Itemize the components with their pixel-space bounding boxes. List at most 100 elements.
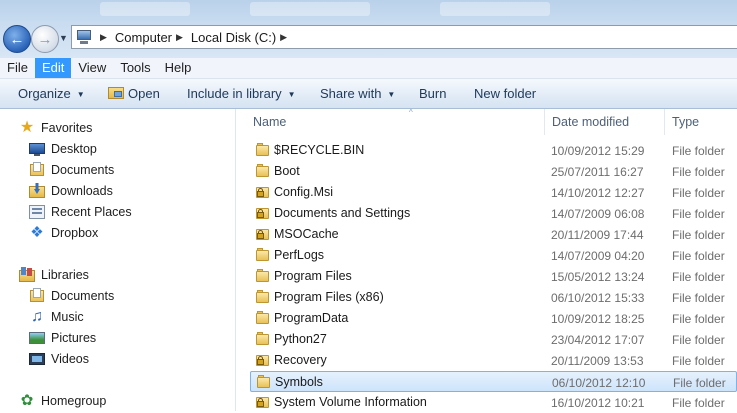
- back-arrow-icon: ←: [9, 30, 25, 48]
- file-row[interactable]: ProgramData 10/09/2012 18:25 File folder: [250, 308, 737, 329]
- breadcrumb-arrow-icon[interactable]: ▶: [100, 32, 107, 43]
- file-type: File folder: [672, 312, 725, 326]
- nav-label: Recent Places: [51, 205, 132, 219]
- file-row[interactable]: Symbols 06/10/2012 12:10 File folder: [250, 371, 737, 392]
- column-divider[interactable]: [664, 109, 665, 135]
- nav-label: Desktop: [51, 142, 97, 156]
- computer-icon: [76, 30, 92, 44]
- breadcrumb-arrow-icon[interactable]: ▶: [176, 32, 183, 43]
- column-date-label: Date modified: [552, 115, 630, 129]
- blurred-tab: [440, 2, 550, 16]
- column-header-date[interactable]: Date modified: [552, 109, 662, 135]
- file-row[interactable]: Boot 25/07/2011 16:27 File folder: [250, 161, 737, 182]
- menu-view[interactable]: View: [71, 58, 113, 78]
- column-header-type[interactable]: Type: [672, 109, 732, 135]
- nav-label: Dropbox: [51, 226, 99, 240]
- file-type: File folder: [672, 249, 725, 263]
- nav-item-dropbox[interactable]: ❖ Dropbox: [29, 223, 98, 243]
- file-type: File folder: [672, 354, 725, 368]
- desktop-icon: [29, 141, 45, 157]
- menu-help[interactable]: Help: [158, 58, 199, 78]
- file-name: PerfLogs: [274, 248, 325, 262]
- file-name: Python27: [274, 332, 327, 346]
- locked-folder-icon: [256, 353, 270, 366]
- burn-button[interactable]: Burn: [419, 86, 446, 101]
- nav-item-pictures[interactable]: Pictures: [29, 328, 96, 348]
- nav-libraries[interactable]: Libraries: [19, 265, 89, 285]
- menu-tools[interactable]: Tools: [113, 58, 157, 78]
- organize-label: Organize: [18, 86, 71, 101]
- file-type: File folder: [672, 165, 725, 179]
- file-row[interactable]: $RECYCLE.BIN 10/09/2012 15:29 File folder: [250, 140, 737, 161]
- file-date-modified: 10/09/2012 15:29: [551, 144, 645, 158]
- nav-label: Music: [51, 310, 84, 324]
- homegroup-icon: ✿: [20, 392, 34, 409]
- file-type: File folder: [672, 186, 725, 200]
- sort-ascending-icon: ^: [409, 108, 413, 117]
- file-type: File folder: [672, 207, 725, 221]
- nav-homegroup[interactable]: ✿ Homegroup: [19, 391, 107, 411]
- file-row[interactable]: Python27 23/04/2012 17:07 File folder: [250, 329, 737, 350]
- file-name: Program Files (x86): [274, 290, 384, 304]
- file-type: File folder: [672, 228, 725, 242]
- file-row[interactable]: Program Files 15/05/2012 13:24 File folder: [250, 266, 737, 287]
- menu-file[interactable]: File: [0, 58, 35, 78]
- nav-item-desktop[interactable]: Desktop: [29, 139, 97, 159]
- nav-item-music[interactable]: ♫ Music: [29, 307, 84, 327]
- file-row[interactable]: Recovery 20/11/2009 13:53 File folder: [250, 350, 737, 371]
- file-row[interactable]: MSOCache 20/11/2009 17:44 File folder: [250, 224, 737, 245]
- file-row[interactable]: Config.Msi 14/10/2012 12:27 File folder: [250, 182, 737, 203]
- file-date-modified: 23/04/2012 17:07: [551, 333, 645, 347]
- file-date-modified: 25/07/2011 16:27: [551, 165, 644, 179]
- share-with-button[interactable]: Share with ▼: [320, 86, 395, 101]
- file-name: Recovery: [274, 353, 327, 367]
- file-date-modified: 10/09/2012 18:25: [551, 312, 645, 326]
- file-name: Config.Msi: [274, 185, 334, 199]
- open-button[interactable]: Open: [108, 86, 160, 101]
- folder-icon: [256, 332, 270, 345]
- file-row[interactable]: Documents and Settings 14/07/2009 06:08 Fi…: [250, 203, 737, 224]
- file-row[interactable]: Program Files (x86) 06/10/2012 15:33 File …: [250, 287, 737, 308]
- nav-favorites[interactable]: ★ Favorites: [19, 118, 93, 138]
- menu-edit[interactable]: Edit: [34, 58, 72, 78]
- chevron-down-icon: ▼: [76, 90, 85, 100]
- column-divider[interactable]: [544, 109, 545, 135]
- nav-item-videos[interactable]: Videos: [29, 349, 89, 369]
- file-list: ^ Name Date modified Type $RECYCLE.BIN 10…: [236, 108, 737, 413]
- nav-label: Homegroup: [41, 394, 107, 408]
- file-name: Symbols: [275, 375, 323, 389]
- nav-label: Pictures: [51, 331, 97, 345]
- column-type-label: Type: [672, 115, 700, 129]
- blurred-tab: [100, 2, 190, 16]
- nav-label: Downloads: [51, 184, 113, 198]
- column-header-name[interactable]: ^ Name: [253, 108, 543, 135]
- include-label: Include in library: [187, 86, 282, 101]
- breadcrumb-local-disk[interactable]: Local Disk (C:): [191, 30, 276, 45]
- file-date-modified: 06/10/2012 12:10: [552, 376, 646, 390]
- breadcrumb-arrow-icon[interactable]: ▶: [280, 32, 287, 43]
- back-button[interactable]: ←: [3, 25, 31, 53]
- file-row[interactable]: PerfLogs 14/07/2009 04:20 File folder: [250, 245, 737, 266]
- address-bar[interactable]: ▶ Computer ▶ Local Disk (C:) ▶: [71, 25, 737, 49]
- folder-icon: [256, 290, 270, 303]
- nav-item-lib-documents[interactable]: Documents: [29, 286, 114, 306]
- file-type: File folder: [672, 396, 725, 410]
- recent-pages-dropdown[interactable]: ▼: [59, 33, 68, 43]
- nav-item-downloads[interactable]: Downloads: [29, 181, 113, 201]
- file-row[interactable]: System Volume Information 16/10/2012 10:2…: [250, 392, 737, 413]
- breadcrumb-computer[interactable]: Computer: [115, 30, 172, 45]
- file-date-modified: 15/05/2012 13:24: [551, 270, 645, 284]
- nav-item-recent-places[interactable]: Recent Places: [29, 202, 132, 222]
- file-name: Boot: [274, 164, 300, 178]
- file-type: File folder: [672, 291, 725, 305]
- nav-item-documents[interactable]: Documents: [29, 160, 114, 180]
- folder-icon: [257, 375, 271, 388]
- organize-button[interactable]: Organize ▼: [18, 86, 85, 101]
- new-folder-button[interactable]: New folder: [474, 86, 536, 101]
- navigation-pane: ★ Favorites Desktop Documents Downloads …: [0, 109, 236, 411]
- forward-button[interactable]: →: [31, 25, 59, 53]
- file-name: System Volume Information: [274, 395, 427, 409]
- share-label: Share with: [320, 86, 382, 101]
- pictures-icon: [29, 330, 45, 346]
- include-in-library-button[interactable]: Include in library ▼: [187, 86, 296, 101]
